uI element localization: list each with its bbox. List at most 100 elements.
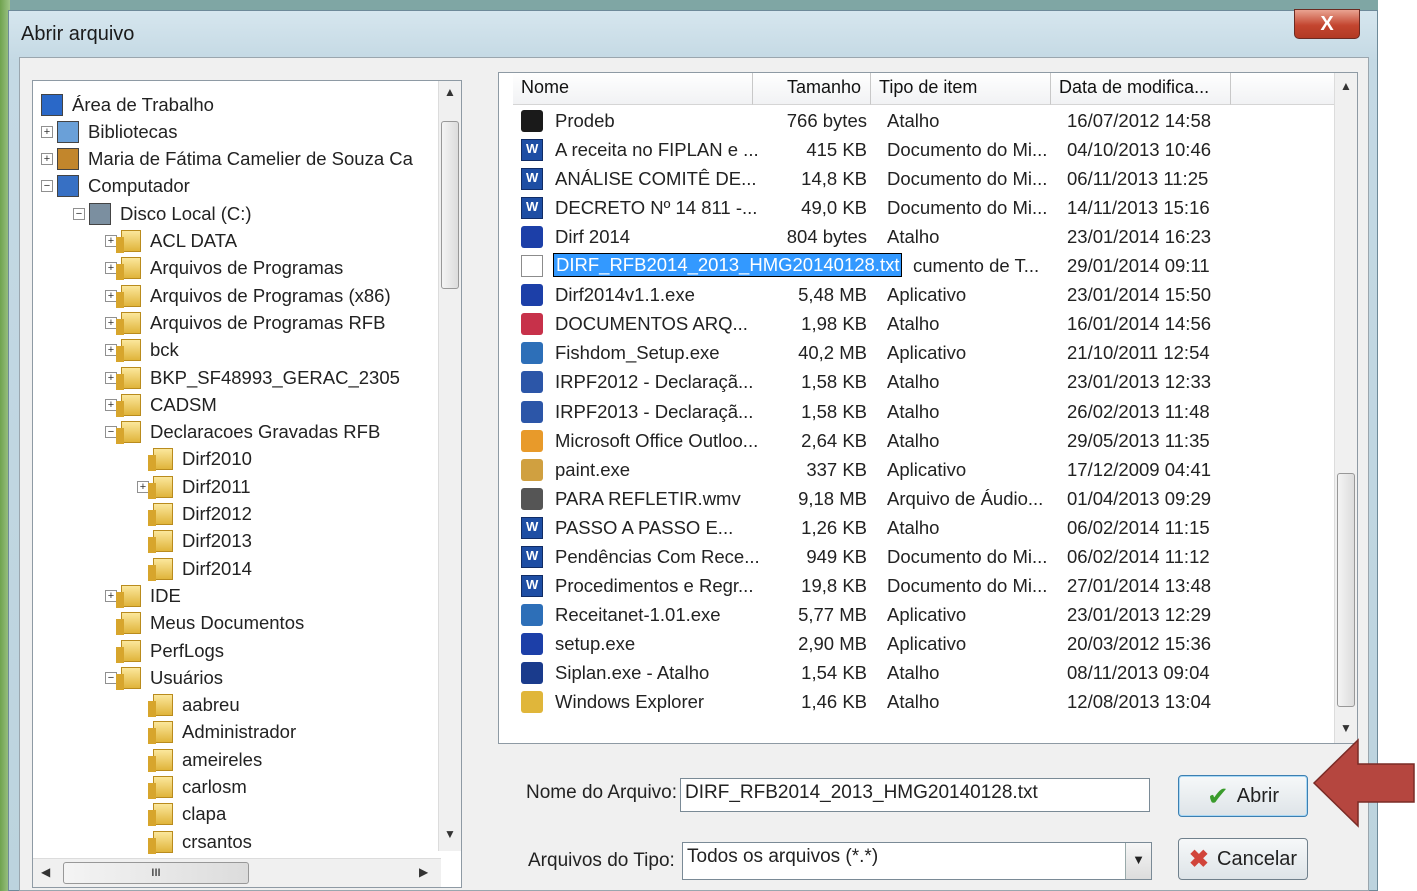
tree-item[interactable]: + Arquivos de Programas RFB xyxy=(105,309,385,336)
scrollbar-thumb[interactable] xyxy=(1337,473,1355,707)
file-row[interactable]: Windows Explorer 1,46 KB Atalho 12/08/2013 … xyxy=(499,688,1339,717)
file-row[interactable]: Microsoft Office Outloo... 2,64 KB Atalho 2… xyxy=(499,427,1339,456)
tree-item[interactable]: + ACL DATA xyxy=(105,228,237,255)
expand-icon[interactable]: + xyxy=(41,153,53,166)
scrollbar-thumb[interactable] xyxy=(441,121,459,289)
folder-icon xyxy=(116,339,141,363)
tree-item[interactable]: + BKP_SF48993_GERAC_2305 xyxy=(105,364,400,391)
explorer-icon xyxy=(521,691,543,713)
column-header-date[interactable]: Data de modifica... xyxy=(1051,73,1231,105)
file-row[interactable]: IRPF2012 - Declaraçã... 1,58 KB Atalho 23/0… xyxy=(499,368,1339,397)
file-type: Atalho xyxy=(887,226,940,248)
tree-item[interactable]: Área de Trabalho xyxy=(41,91,214,118)
tree-item[interactable]: + Bibliotecas xyxy=(41,118,177,145)
scroll-up-icon[interactable]: ▲ xyxy=(444,85,456,99)
file-row[interactable]: A receita no FIPLAN e ... 415 KB Documento… xyxy=(499,136,1339,165)
scroll-down-icon[interactable]: ▼ xyxy=(444,827,456,841)
tree-item[interactable]: PerfLogs xyxy=(105,637,224,664)
tree-vertical-scrollbar[interactable]: ▲ ▼ xyxy=(438,81,461,851)
scrollbar-thumb-horizontal[interactable]: III xyxy=(63,862,249,884)
column-header-type[interactable]: Tipo de item xyxy=(871,73,1051,105)
tree-item[interactable]: + IDE xyxy=(105,582,181,609)
tree-item[interactable]: Dirf2013 xyxy=(137,528,252,555)
cancel-button[interactable]: ✖ Cancelar xyxy=(1178,838,1308,880)
tree-item[interactable]: crsantos xyxy=(137,828,252,855)
tree-item[interactable]: Dirf2014 xyxy=(137,555,252,582)
column-header-size[interactable]: Tamanho xyxy=(753,73,871,105)
tree-item[interactable]: − Usuários xyxy=(105,664,223,691)
collapse-icon[interactable]: − xyxy=(41,180,53,193)
file-name: Fishdom_Setup.exe xyxy=(555,342,720,364)
scroll-right-icon[interactable]: ▶ xyxy=(419,865,428,879)
filetype-dropdown[interactable]: Todos os arquivos (*.*) ▼ xyxy=(682,842,1152,880)
tree-item[interactable]: aabreu xyxy=(137,692,240,719)
file-row[interactable]: Dirf 2014 804 bytes Atalho 23/01/2014 16:23 xyxy=(499,223,1339,252)
file-size: 40,2 MB xyxy=(798,342,867,364)
file-row[interactable]: setup.exe 2,90 MB Aplicativo 20/03/2012 15:… xyxy=(499,630,1339,659)
file-row[interactable]: paint.exe 337 KB Aplicativo 17/12/2009 04:4… xyxy=(499,456,1339,485)
tree-item[interactable]: + Maria de Fátima Camelier de Souza Ca xyxy=(41,146,413,173)
tree-item[interactable]: Administrador xyxy=(137,719,296,746)
filename-input[interactable]: DIRF_RFB2014_2013_HMG20140128.txt xyxy=(680,778,1150,812)
file-row[interactable]: Procedimentos e Regr... 19,8 KB Documento … xyxy=(499,572,1339,601)
file-row[interactable]: PASSO A PASSO E... 1,26 KB Atalho 06/02/201… xyxy=(499,514,1339,543)
tree-item[interactable]: Dirf2012 xyxy=(137,501,252,528)
file-type: Aplicativo xyxy=(887,342,967,364)
file-row[interactable]: Pendências Com Rece... 949 KB Documento do… xyxy=(499,543,1339,572)
file-name: Receitanet-1.01.exe xyxy=(555,603,721,625)
file-type: Atalho xyxy=(887,661,940,683)
file-row[interactable]: DIRF_RFB2014_2013_HMG20140128.txt cumento… xyxy=(499,252,1339,281)
file-row[interactable]: DOCUMENTOS ARQ... 1,98 KB Atalho 16/01/2014… xyxy=(499,310,1339,339)
tree-item[interactable]: ameireles xyxy=(137,746,262,773)
file-name: Prodeb xyxy=(555,110,615,131)
filetype-label: Arquivos do Tipo: xyxy=(528,850,675,871)
file-row[interactable]: PARA REFLETIR.wmv 9,18 MB Arquivo de Áudio… xyxy=(499,485,1339,514)
tree-item[interactable]: + Arquivos de Programas (x86) xyxy=(105,282,391,309)
file-row[interactable]: Receitanet-1.01.exe 5,77 MB Aplicativo 23/0… xyxy=(499,601,1339,630)
collapse-icon[interactable]: − xyxy=(73,207,85,220)
scroll-down-icon[interactable]: ▼ xyxy=(1340,721,1352,735)
expand-icon[interactable]: + xyxy=(41,125,53,138)
tree-item[interactable]: + Arquivos de Programas xyxy=(105,255,343,282)
tree-item[interactable]: + bck xyxy=(105,337,179,364)
column-header-name[interactable]: Nome xyxy=(513,73,753,105)
tree-item-label: Disco Local (C:) xyxy=(120,202,252,224)
file-row[interactable]: Siplan.exe - Atalho 1,54 KB Atalho 08/11/20… xyxy=(499,659,1339,688)
file-row[interactable]: ANÁLISE COMITÊ DE... 14,8 KB Documento do … xyxy=(499,165,1339,194)
tree-item[interactable]: Meus Documentos xyxy=(105,610,304,637)
tree-item-label: CADSM xyxy=(150,393,217,415)
tree-item-label: BKP_SF48993_GERAC_2305 xyxy=(150,366,400,388)
pdf-icon xyxy=(521,313,543,336)
tree-item[interactable]: Dirf2010 xyxy=(137,446,252,473)
tree-item-label: crsantos xyxy=(182,830,252,852)
tree-item[interactable]: + CADSM xyxy=(105,391,217,418)
tree-horizontal-scrollbar[interactable]: ◀ III ▶ xyxy=(33,858,441,887)
tree-item-label: ameireles xyxy=(182,748,263,770)
folder-tree[interactable]: ▲ ▼ ◀ III ▶ Área de Trabalho + Bibliotecas… xyxy=(32,80,462,888)
file-name: A receita no FIPLAN e ... xyxy=(555,139,759,161)
file-name[interactable]: DIRF_RFB2014_2013_HMG20140128.txt xyxy=(553,253,903,278)
tree-item[interactable]: carlosm xyxy=(137,774,247,801)
file-list[interactable]: Nome Tamanho Tipo de item Data de modifi… xyxy=(498,72,1358,744)
close-button[interactable]: X xyxy=(1294,9,1360,39)
file-row[interactable]: DECRETO Nº 14 811 -... 49,0 KB Documento d… xyxy=(499,194,1339,223)
tree-item[interactable]: − Disco Local (C:) xyxy=(73,200,252,227)
folder-icon xyxy=(148,448,173,472)
open-button[interactable]: ✔ Abrir xyxy=(1178,775,1308,817)
file-size: 5,77 MB xyxy=(798,603,867,625)
file-row[interactable]: IRPF2013 - Declaraçã... 1,58 KB Atalho 26/0… xyxy=(499,398,1339,427)
scroll-left-icon[interactable]: ◀ xyxy=(41,865,50,879)
file-row[interactable]: Prodeb 766 bytes Atalho 16/07/2012 14:58 xyxy=(499,107,1339,136)
scroll-up-icon[interactable]: ▲ xyxy=(1340,79,1352,93)
tree-item[interactable]: − Declaracoes Gravadas RFB xyxy=(105,419,380,446)
chevron-down-icon[interactable]: ▼ xyxy=(1125,843,1151,879)
tree-item[interactable]: clapa xyxy=(137,801,226,828)
file-name: IRPF2012 - Declaraçã... xyxy=(555,371,754,393)
file-row[interactable]: Fishdom_Setup.exe 40,2 MB Aplicativo 21/10/… xyxy=(499,339,1339,368)
tree-item[interactable]: + Dirf2011 xyxy=(137,473,251,500)
checkmark-icon: ✔ xyxy=(1206,780,1229,811)
tree-item-label: Administrador xyxy=(182,721,297,743)
tree-item[interactable]: − Computador xyxy=(41,173,190,200)
setup-icon xyxy=(521,342,543,365)
file-row[interactable]: Dirf2014v1.1.exe 5,48 MB Aplicativo 23/01/2… xyxy=(499,281,1339,310)
